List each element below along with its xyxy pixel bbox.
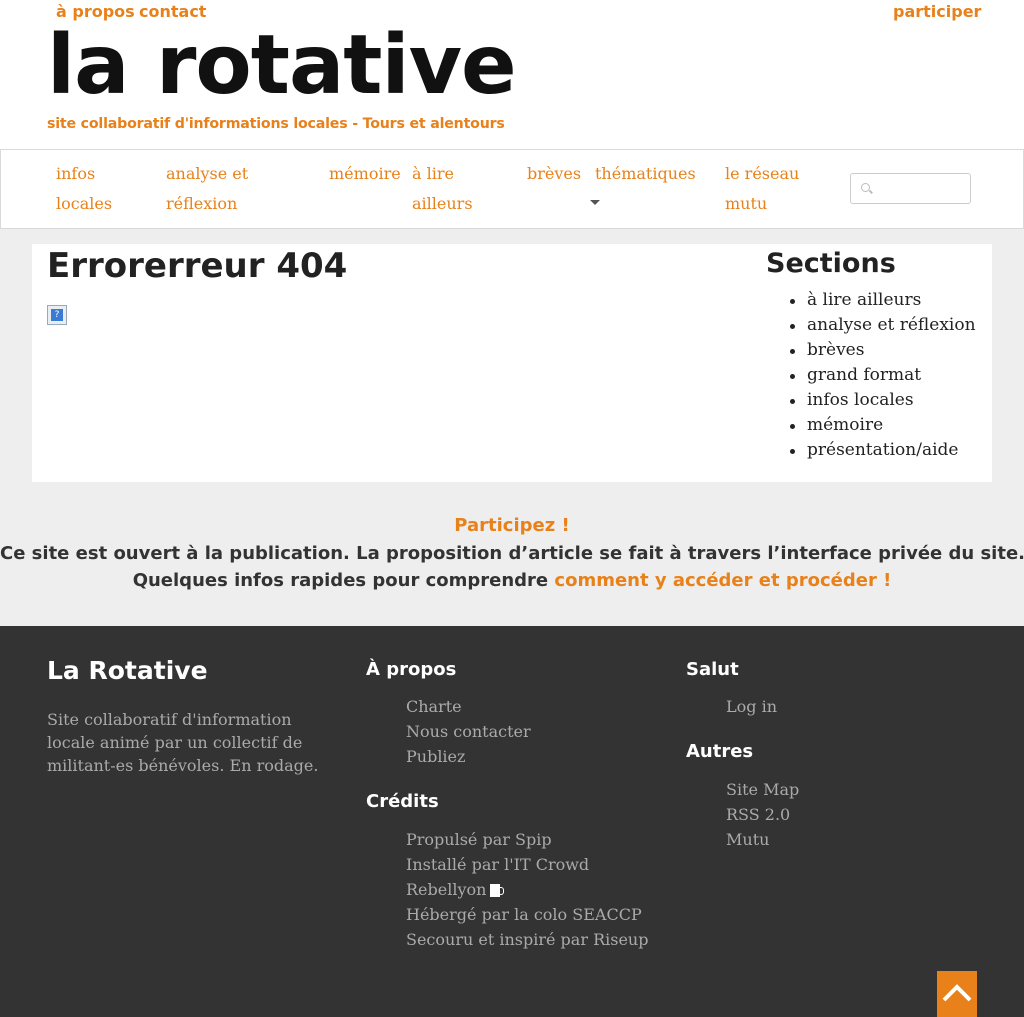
participate-text: Ce site est ouvert à la publication. La … <box>0 543 1024 564</box>
nav-item-a-lire-ailleurs[interactable]: à lire ailleurs <box>412 159 473 219</box>
nav-item-reseau-mutu[interactable]: le réseau mutu <box>725 159 799 219</box>
sections-title: Sections <box>766 248 896 279</box>
footer-link-it-crowd[interactable]: Installé par l'IT Crowd <box>406 852 648 877</box>
footer-apropos-title: À propos <box>366 659 457 680</box>
sections-list: à lire ailleurs analyse et réflexion brè… <box>790 288 976 463</box>
chevron-up-icon <box>942 984 972 1002</box>
footer-link-contact[interactable]: Nous contacter <box>406 719 531 744</box>
logo-subtitle: site collaboratif d'informations locales… <box>47 116 505 132</box>
footer-link-charte[interactable]: Charte <box>406 694 531 719</box>
footer-link-seaccp[interactable]: Hébergé par la colo SEACCP <box>406 902 648 927</box>
footer-link-publiez[interactable]: Publiez <box>406 744 531 769</box>
search-icon <box>861 183 870 192</box>
participate-text-2: Quelques infos rapides pour comprendre c… <box>0 567 1024 594</box>
mug-icon <box>490 884 505 897</box>
section-link-breves[interactable]: brèves <box>790 338 976 363</box>
nav-item-analyse[interactable]: analyse et réflexion <box>166 159 248 219</box>
footer-link-spip[interactable]: Propulsé par Spip <box>406 827 648 852</box>
broken-image-icon: ? <box>47 305 67 325</box>
top-link-participer[interactable]: participer <box>893 2 981 21</box>
section-link-memoire[interactable]: mémoire <box>790 413 976 438</box>
participate-title: Participez ! <box>454 515 570 536</box>
section-link-presentation[interactable]: présentation/aide <box>790 438 976 463</box>
footer-link-login[interactable]: Log in <box>726 694 777 719</box>
footer-link-rss[interactable]: RSS 2.0 <box>726 802 799 827</box>
nav-item-infos-locales[interactable]: infos locales <box>56 159 112 219</box>
logo-title: la rotative <box>47 18 517 113</box>
footer-link-rebellyon-label: Rebellyon <box>406 880 487 899</box>
participate-link[interactable]: comment y accéder et procéder ! <box>554 570 891 591</box>
nav-item-thematiques[interactable]: thématiques <box>595 159 696 189</box>
footer-link-rebellyon[interactable]: Rebellyon <box>406 877 648 902</box>
footer-description: Site collaboratif d'information locale a… <box>47 710 319 775</box>
search-input[interactable] <box>850 173 971 204</box>
section-link-infos-locales[interactable]: infos locales <box>790 388 976 413</box>
footer-link-mutu[interactable]: Mutu <box>726 827 799 852</box>
footer-autres-list: Site Map RSS 2.0 Mutu <box>726 777 799 852</box>
section-link-analyse[interactable]: analyse et réflexion <box>790 313 976 338</box>
footer-link-riseup[interactable]: Secouru et inspiré par Riseup <box>406 927 648 952</box>
participate-prefix: Quelques infos rapides pour comprendre <box>132 570 555 591</box>
participate-banner: Participez ! Ce site est ouvert à la pub… <box>0 512 1024 594</box>
main-content: Errorerreur 404 ? Sections à lire ailleu… <box>32 244 992 482</box>
back-to-top-button[interactable] <box>937 971 977 1017</box>
footer-autres-title: Autres <box>686 741 754 762</box>
footer-credits-list: Propulsé par Spip Installé par l'IT Crow… <box>406 827 648 952</box>
section-link-grand-format[interactable]: grand format <box>790 363 976 388</box>
nav-item-breves[interactable]: brèves <box>527 159 581 189</box>
footer-credits-title: Crédits <box>366 791 439 812</box>
footer-salut-title: Salut <box>686 659 739 680</box>
site-footer: La Rotative Site collaboratif d'informat… <box>0 626 1024 1017</box>
footer-apropos-list: Charte Nous contacter Publiez <box>406 694 531 769</box>
site-logo[interactable]: la rotative site collaboratif d'informat… <box>47 18 517 136</box>
footer-link-sitemap[interactable]: Site Map <box>726 777 799 802</box>
site-header: à propos contact participer la rotative … <box>0 0 1024 150</box>
chevron-down-icon[interactable] <box>590 200 600 205</box>
footer-salut-list: Log in <box>726 694 777 719</box>
nav-item-memoire[interactable]: mémoire <box>329 159 401 189</box>
page-title: Errorerreur 404 <box>47 246 348 286</box>
section-link-a-lire-ailleurs[interactable]: à lire ailleurs <box>790 288 976 313</box>
footer-brand: La Rotative <box>47 656 208 685</box>
